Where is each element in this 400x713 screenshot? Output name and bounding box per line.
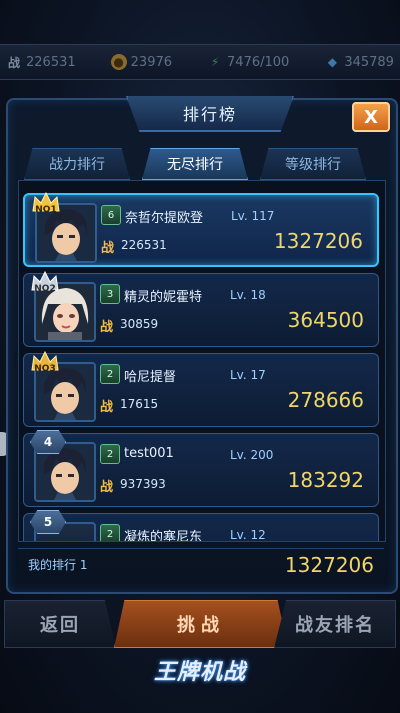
gem-value: 345789 bbox=[344, 54, 394, 70]
vip-badge: 6 bbox=[101, 205, 121, 225]
diamond-icon: ◆ bbox=[327, 55, 337, 69]
endless-score: 364500 bbox=[287, 308, 364, 332]
resource-bar: 战 226531 ● 23976 ⚡ 7476/100 ◆ 345789 bbox=[0, 44, 400, 80]
combat-power: 17615 bbox=[120, 397, 159, 411]
vip-badge: 3 bbox=[100, 284, 120, 304]
endless-score: 278666 bbox=[287, 388, 364, 412]
player-name: 凝炼的塞尼东 bbox=[124, 530, 203, 542]
gold-coin-icon: ● bbox=[110, 54, 127, 70]
gold-resource: ● 23976 bbox=[110, 54, 173, 70]
tab-power-ranking[interactable]: 战力排行 bbox=[24, 148, 130, 180]
player-level: Lv. 18 bbox=[230, 288, 266, 302]
gem-resource: ◆ 345789 bbox=[324, 54, 394, 70]
combat-power: 30859 bbox=[120, 317, 159, 331]
combat-icon: 战 bbox=[7, 55, 20, 70]
back-button[interactable]: 返回 bbox=[4, 600, 116, 648]
bottom-controls: 返回 挑战 战友排名 bbox=[0, 600, 400, 650]
vip-badge: 2 bbox=[100, 444, 120, 464]
ranking-row-1[interactable]: NO1 6 奈哲尔提欧登 Lv. 117 战 226531 1327206 bbox=[23, 191, 379, 267]
endless-score: 183292 bbox=[287, 468, 364, 492]
ranking-row-5[interactable]: 5 2 凝炼的塞尼东 Lv. 12 bbox=[23, 510, 379, 542]
rank-number-badge: 5 bbox=[30, 510, 66, 534]
rank-number-badge: 4 bbox=[30, 430, 66, 454]
game-logo: 王牌机战 bbox=[153, 660, 246, 685]
rank-label: NO3 bbox=[34, 364, 56, 374]
combat-label: 战 bbox=[100, 400, 114, 415]
close-button[interactable]: X bbox=[352, 102, 390, 132]
my-rank-bar: 我的排行 1 1327206 bbox=[18, 548, 384, 580]
my-rank-label: 我的排行 1 bbox=[28, 558, 88, 572]
player-level: Lv. 117 bbox=[231, 209, 275, 223]
rank-medal-gold: NO1 bbox=[31, 191, 61, 215]
panel-title: 排行榜 bbox=[126, 96, 294, 132]
tab-endless-ranking[interactable]: 无尽排行 bbox=[142, 148, 248, 180]
tab-level-ranking[interactable]: 等级排行 bbox=[260, 148, 366, 180]
combat-label: 战 bbox=[100, 480, 114, 495]
player-name: 精灵的妮霍特 bbox=[124, 290, 203, 305]
player-level: Lv. 200 bbox=[230, 448, 274, 462]
combat-power-value: 226531 bbox=[26, 54, 76, 70]
rank-medal-silver: NO2 bbox=[30, 270, 60, 294]
rank-medal-gold: NO3 bbox=[30, 350, 60, 374]
rank-label: NO2 bbox=[34, 284, 56, 294]
my-rank-score: 1327206 bbox=[284, 552, 374, 577]
vip-badge: 2 bbox=[100, 524, 120, 541]
ranking-list[interactable]: NO1 6 奈哲尔提欧登 Lv. 117 战 226531 1327206 NO… bbox=[18, 180, 386, 542]
rank-label: NO1 bbox=[35, 205, 57, 215]
combat-power: 226531 bbox=[121, 238, 167, 252]
gold-value: 23976 bbox=[130, 54, 173, 70]
ranking-row-2[interactable]: NO2 3 精灵的妮霍特 Lv. 18 战 30859 364500 bbox=[23, 270, 379, 347]
ranking-row-4[interactable]: 4 2 test001 Lv. 200 战 937393 183292 bbox=[23, 430, 379, 507]
close-icon: X bbox=[364, 106, 378, 128]
endless-score: 1327206 bbox=[273, 229, 363, 253]
player-name: 哈尼提督 bbox=[124, 370, 177, 385]
challenge-button[interactable]: 挑战 bbox=[114, 600, 288, 648]
vip-badge: 2 bbox=[100, 364, 120, 384]
player-name: 奈哲尔提欧登 bbox=[125, 211, 204, 226]
energy-value: 7476/100 bbox=[227, 54, 290, 70]
combat-label: 战 bbox=[101, 241, 115, 256]
combat-power: 937393 bbox=[120, 477, 166, 491]
player-name: test001 bbox=[124, 446, 174, 461]
friends-ranking-button[interactable]: 战友排名 bbox=[274, 600, 396, 648]
ranking-row-3[interactable]: NO3 2 哈尼提督 Lv. 17 战 17615 278666 bbox=[23, 350, 379, 427]
leaderboard-panel: 排行榜 X 战力排行 无尽排行 等级排行 NO1 6 奈哲尔提欧登 Lv. 11… bbox=[6, 96, 398, 594]
player-level: Lv. 12 bbox=[230, 528, 266, 542]
combat-power-resource: 战 226531 bbox=[6, 54, 76, 70]
lightning-icon: ⚡ bbox=[210, 55, 220, 69]
combat-label: 战 bbox=[100, 320, 114, 335]
ranking-tabs: 战力排行 无尽排行 等级排行 bbox=[24, 148, 380, 180]
energy-resource: ⚡ 7476/100 bbox=[207, 54, 290, 70]
player-level: Lv. 17 bbox=[230, 368, 266, 382]
